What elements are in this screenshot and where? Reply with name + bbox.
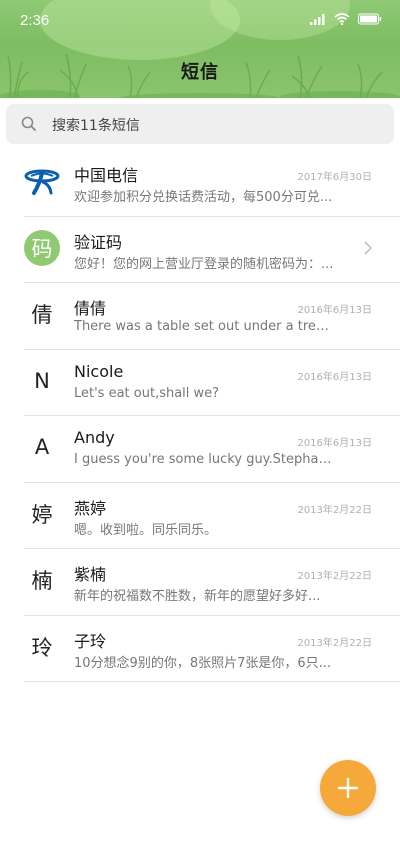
avatar: N (34, 368, 50, 393)
conversation-row[interactable]: 玲 子玲 10分想念9别的你，8张照片7张是你，6只... 2013年2月22日 (24, 616, 400, 682)
avatar: 码 (24, 229, 60, 266)
conversation-row[interactable]: A Andy I guess you're some lucky guy.Ste… (24, 416, 400, 483)
message-preview: 嗯。收到啦。同乐同乐。 (74, 522, 218, 538)
header-banner: 2:36 短信 (0, 0, 400, 98)
message-preview: 10分想念9别的你，8张照片7张是你，6只... (74, 655, 332, 671)
search-area: 搜索11条短信 (0, 98, 400, 150)
conversation-row[interactable]: 码 验证码 您好！您的网上营业厅登录的随机密码为：... (24, 217, 400, 283)
message-date: 2016年6月13日 (297, 305, 372, 316)
avatar: 倩 (31, 303, 53, 327)
avatar: A (34, 435, 50, 459)
message-date: 2016年6月13日 (297, 438, 372, 449)
conversation-row[interactable]: 中国电信 欢迎参加积分兑换话费活动，每500分可兑... 2017年6月30日 (24, 150, 400, 217)
contact-name: Nicole (74, 361, 124, 381)
new-message-button[interactable] (320, 760, 376, 816)
battery-icon (358, 13, 382, 25)
message-preview: 新年的祝福数不胜数，新年的愿望好多好... (74, 589, 321, 604)
contact-name: 紫楠 (74, 565, 107, 584)
conversation-row[interactable]: 倩 倩倩 There was a table set out under a t… (24, 283, 400, 350)
conversation-list: 中国电信 欢迎参加积分兑换话费活动，每500分可兑... 2017年6月30日 … (0, 150, 400, 682)
contact-name: Andy (74, 428, 115, 447)
conversation-row[interactable]: 楠 紫楠 新年的祝福数不胜数，新年的愿望好多好... 2013年2月22日 (24, 549, 400, 616)
message-date: 2016年6月13日 (297, 371, 372, 383)
contact-name: 中国电信 (74, 166, 139, 185)
contact-name: 燕婷 (74, 498, 107, 518)
search-icon (21, 116, 36, 131)
avatar: 婷 (31, 502, 53, 527)
message-preview: 欢迎参加积分兑换话费活动，每500分可兑... (74, 190, 333, 205)
message-date: 2013年2月22日 (297, 571, 372, 582)
page-title: 短信 (181, 62, 219, 83)
signal-icon (310, 14, 325, 25)
message-preview: There was a table set out under a tree i… (74, 319, 334, 334)
wifi-icon (334, 13, 350, 25)
search-placeholder: 搜索11条短信 (52, 118, 140, 134)
message-date: 2013年2月22日 (297, 504, 372, 516)
avatar: 玲 (31, 635, 53, 660)
message-preview: 您好！您的网上营业厅登录的随机密码为：... (74, 256, 334, 272)
china-telecom-logo-icon (24, 163, 60, 199)
message-preview: Let's eat out,shall we? (74, 385, 220, 401)
avatar: 楠 (31, 569, 53, 593)
status-time: 2:36 (20, 12, 50, 29)
plus-icon (337, 777, 359, 799)
status-bar: 2:36 (0, 0, 400, 42)
message-date: 2017年6月30日 (297, 172, 372, 183)
search-input[interactable]: 搜索11条短信 (6, 104, 394, 144)
contact-name: 倩倩 (74, 299, 107, 318)
contact-name: 验证码 (74, 232, 123, 252)
chevron-right-icon (364, 240, 372, 255)
message-preview: I guess you're some lucky guy.Stephani..… (74, 452, 334, 467)
contact-name: 子玲 (74, 631, 107, 651)
conversation-row[interactable]: 婷 燕婷 嗯。收到啦。同乐同乐。 2013年2月22日 (24, 483, 400, 549)
conversation-row[interactable]: N Nicole Let's eat out,shall we? 2016年6月… (24, 350, 400, 416)
message-date: 2013年2月22日 (297, 637, 372, 649)
